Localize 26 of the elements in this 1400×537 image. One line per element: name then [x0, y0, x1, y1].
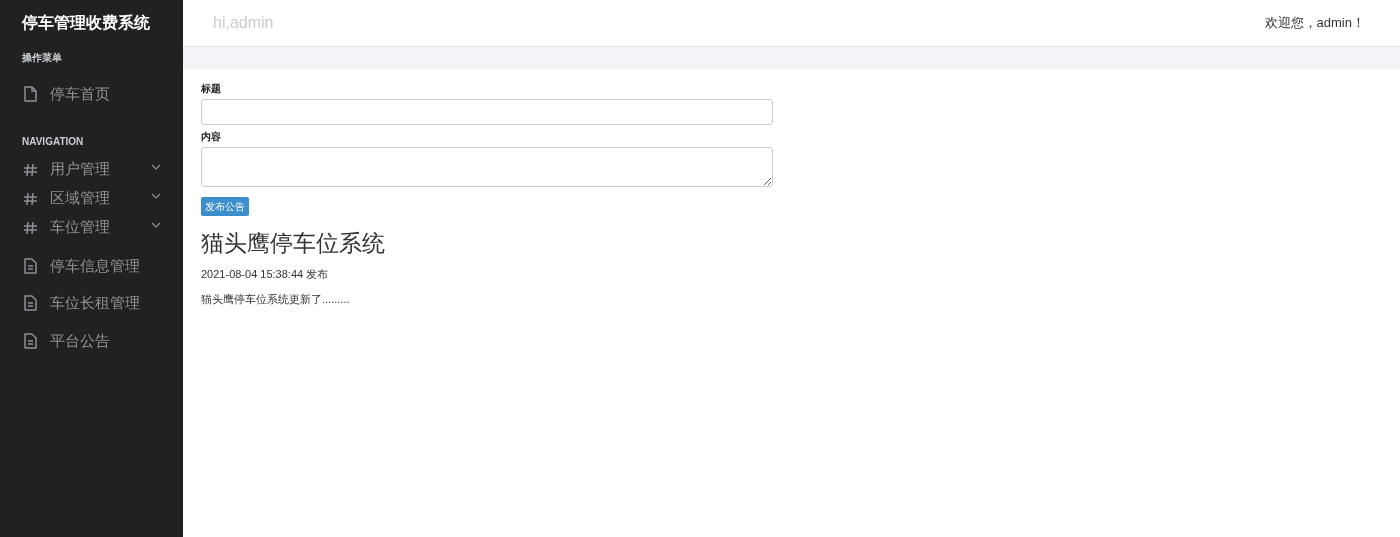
content-textarea[interactable]: [201, 147, 773, 187]
sidebar-item[interactable]: 用户管理: [22, 158, 161, 181]
sidebar-item[interactable]: 区域管理: [22, 187, 161, 210]
document-icon: [22, 332, 38, 349]
app-title: 停车管理收费系统: [22, 13, 151, 33]
notice-body: 猫头鹰停车位系统更新了.........: [201, 292, 351, 308]
section-heading: 操作菜单: [22, 51, 63, 65]
publish-button[interactable]: 发布公告: [201, 197, 249, 216]
sidebar-item[interactable]: 车位管理: [22, 216, 161, 239]
hash-icon: [22, 161, 38, 178]
hash-icon: [22, 190, 38, 207]
field-label: 内容: [201, 130, 222, 144]
field-label: 标题: [201, 82, 222, 96]
sidebar-item[interactable]: 平台公告: [22, 329, 161, 352]
hash-icon: [22, 219, 38, 236]
sidebar-item[interactable]: 停车首页: [22, 83, 161, 106]
document-icon: [22, 257, 38, 274]
welcome-text: 欢迎您，admin！: [1264, 14, 1365, 33]
title-input[interactable]: [201, 99, 773, 125]
document-icon: [22, 295, 38, 312]
notice-title: 猫头鹰停车位系统: [201, 230, 386, 258]
section-heading: NAVIGATION: [22, 134, 85, 149]
sidebar-item[interactable]: 车位长租管理: [22, 292, 161, 315]
notice-time: 2021-08-04 15:38:44 发布: [201, 266, 330, 282]
page-icon: [22, 86, 38, 103]
sidebar-item[interactable]: 停车信息管理: [22, 254, 161, 277]
